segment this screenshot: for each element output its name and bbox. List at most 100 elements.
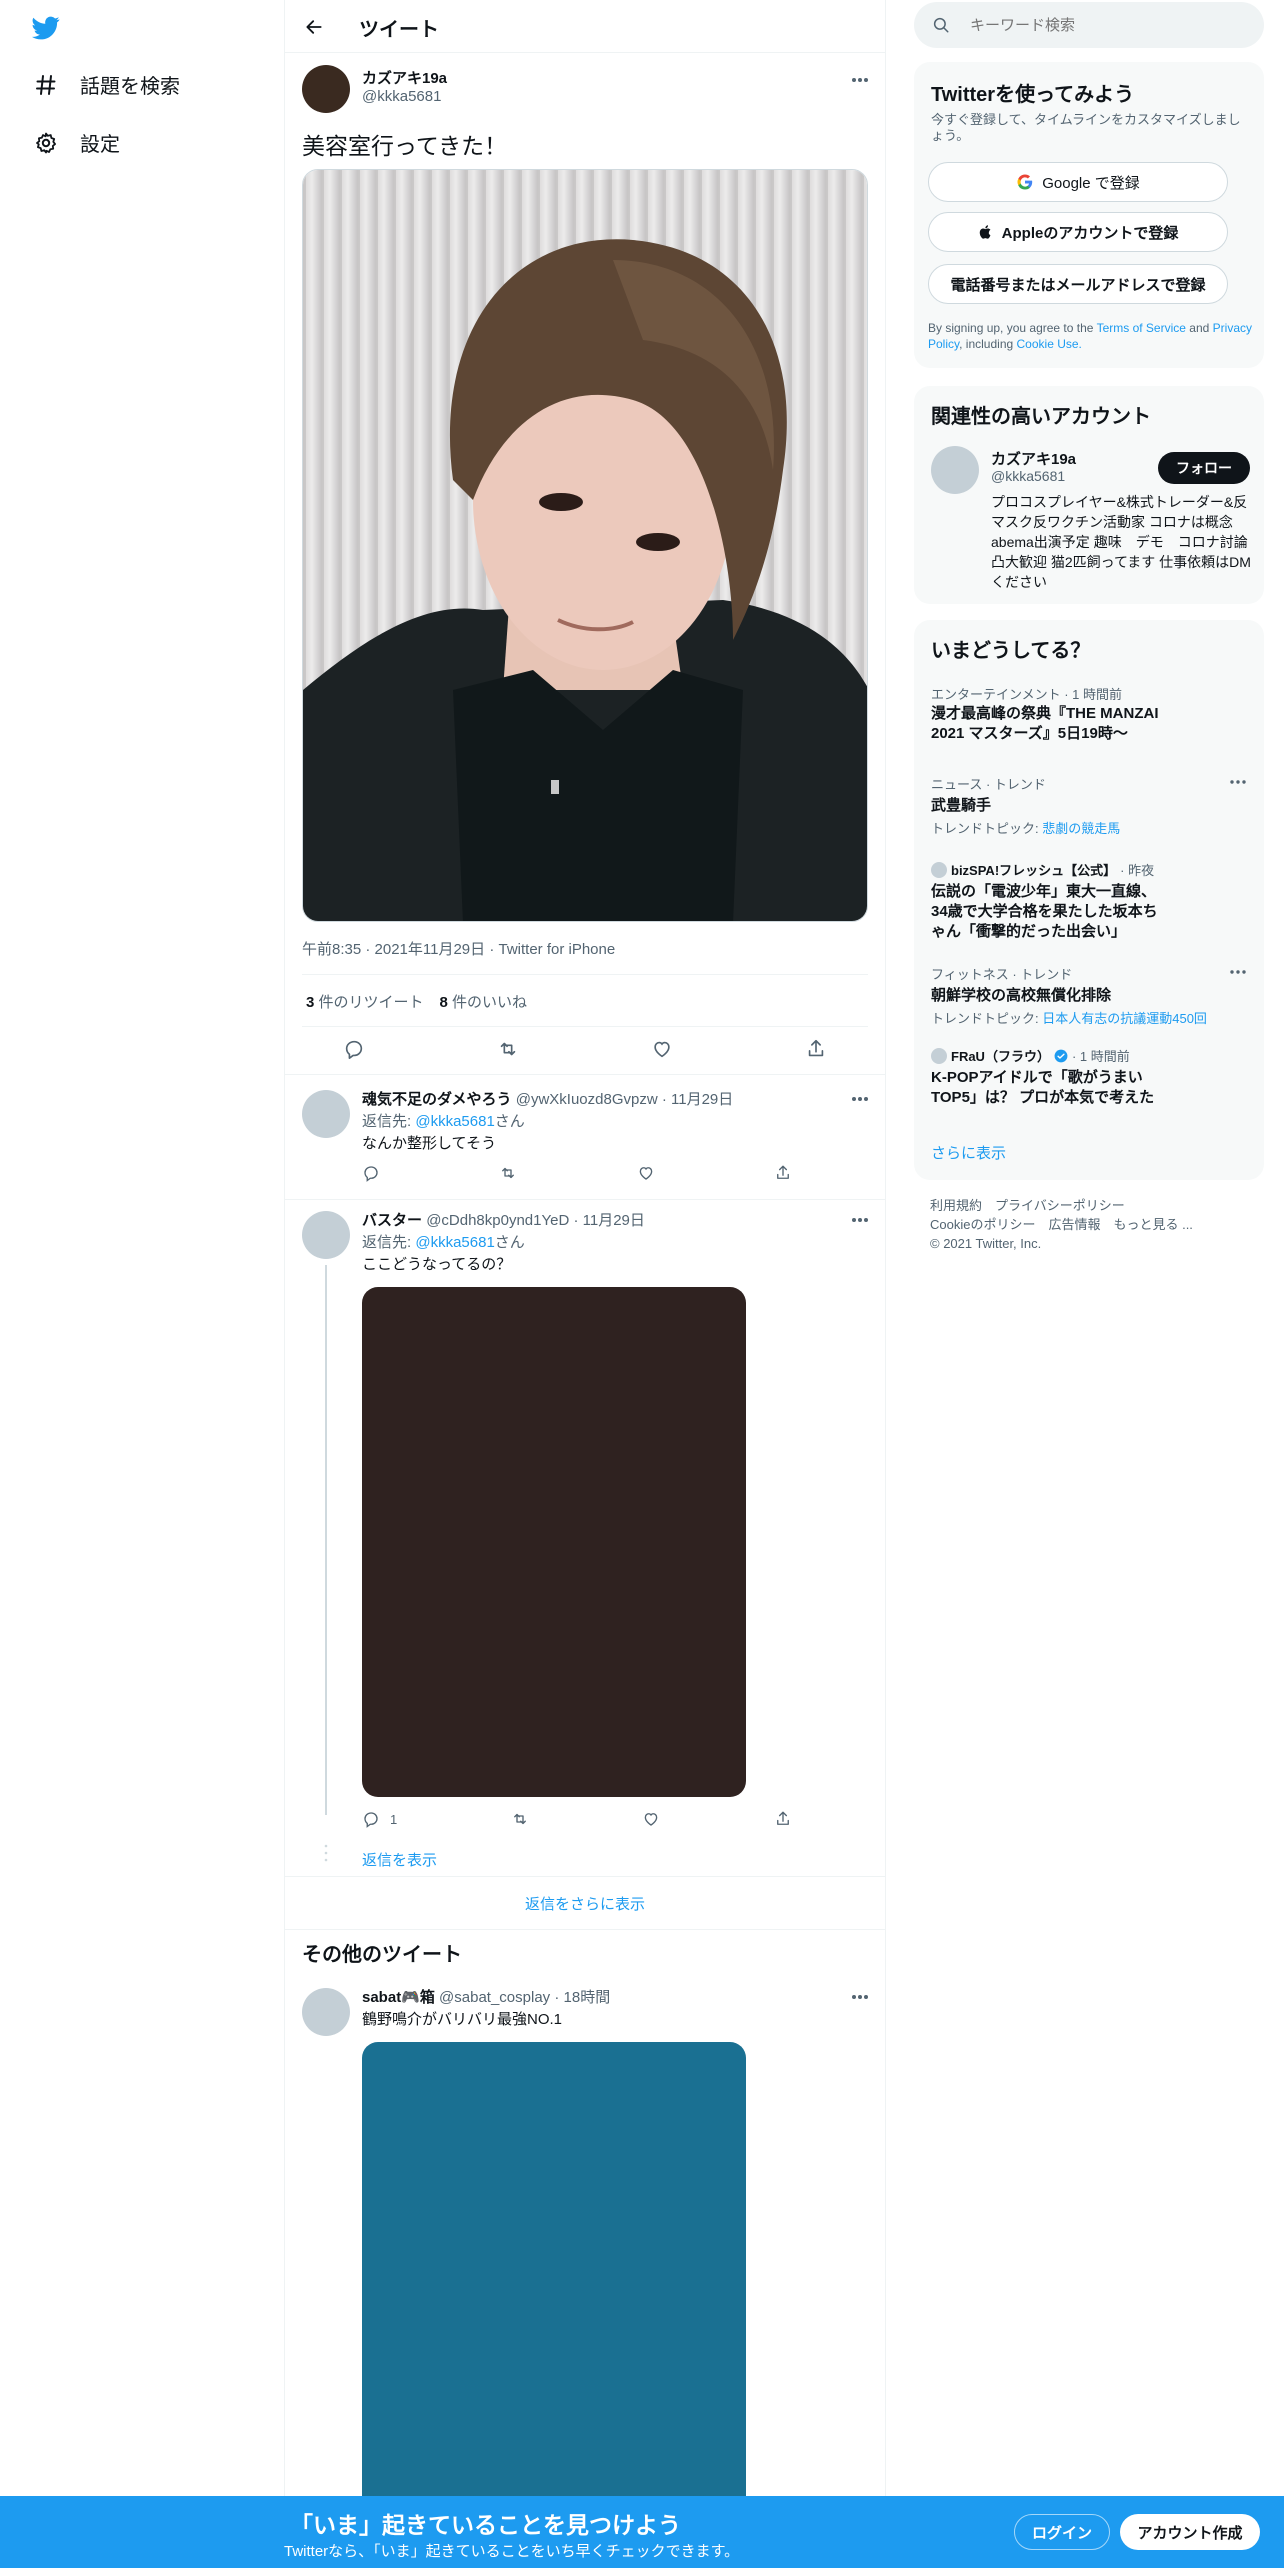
retweet-icon[interactable] [511,1810,529,1828]
footer-line[interactable]: Cookieのポリシー 広告情報 もっと見る ... [930,1215,1193,1234]
reply-to-prefix: 返信先: [362,1113,412,1130]
show-replies-link[interactable]: 返信を表示 [362,1849,437,1870]
google-icon [1016,173,1034,191]
tweet-author-handle[interactable]: @kkka5681 [362,88,441,105]
reply-text: なんか整形してそう [362,1135,497,1152]
more-options-icon[interactable] [845,65,875,95]
trend-subtopic-link[interactable]: 悲劇の競走馬 [1042,821,1120,836]
more-options-icon[interactable] [845,1084,875,1114]
trend-item[interactable]: フィットネス · トレンド 朝鮮学校の高校無償化排除 トレンドトピック: 日本人… [914,960,1264,1030]
reply-tweet[interactable]: バスター @cDdh8kp0ynd1YeD · 11月29日 返信先: @kkk… [285,1201,885,1877]
terms-including: , including [959,337,1014,351]
apple-signup-label: Appleのアカウントで登録 [1001,224,1179,242]
retweet-icon[interactable] [497,1038,519,1060]
phone-email-signup-button[interactable]: 電話番号またはメールアドレスで登録 [928,264,1228,304]
terms-link[interactable]: Terms of Service [1097,321,1186,335]
suggested-tweet[interactable]: sabat🎮箱 @sabat_cosplay · 18時間 鶴野鳴介がバリバリ最… [285,1980,885,2512]
more-options-icon[interactable] [845,1205,875,1235]
retweet-icon[interactable] [499,1164,517,1182]
publisher-avatar [931,861,947,878]
show-more-trends-link[interactable]: さらに表示 [931,1142,1006,1163]
related-account-handle[interactable]: @kkka5681 [991,468,1065,484]
retweet-label: 件のリツイート [318,994,424,1011]
cookie-link[interactable]: Cookie Use. [1017,337,1082,351]
suggested-tweet-text: 鶴野鳴介がバリバリ最強NO.1 [362,2011,563,2028]
footer-line[interactable]: 利用規約 プライバシーポリシー [930,1196,1193,1215]
apple-signup-button[interactable]: Appleのアカウントで登録 [928,212,1228,252]
avatar[interactable] [302,65,350,113]
reply-icon[interactable] [343,1038,365,1060]
reply-author-handle[interactable]: @cDdh8kp0ynd1YeD [426,1212,569,1229]
avatar[interactable] [302,1988,350,2036]
divider [302,974,868,975]
trend-subtopic-link[interactable]: 日本人有志の抗議運動450回 [1042,1011,1207,1026]
apple-icon [978,223,994,241]
suggested-tweet-time[interactable]: · 18時間 [554,1989,610,2006]
retweet-stat[interactable]: 3 件のリツイート [306,991,424,1012]
search-box[interactable] [914,2,1264,48]
reply-author-name[interactable]: バスター [362,1212,422,1229]
reply-time[interactable]: · 11月29日 [573,1212,644,1229]
create-account-button[interactable]: アカウント作成 [1120,2514,1260,2550]
thread-dots [324,1843,328,1863]
trend-title: 伝説の「電波少年」東大一直線、34歳で大学合格を果たした坂本ちゃん「衝撃的だった… [931,883,1158,940]
show-more-replies-button[interactable]: 返信をさらに表示 [285,1878,885,1930]
reply-photo[interactable] [362,1287,746,1797]
suggested-author-name[interactable]: sabat🎮箱 [362,1989,435,2006]
reply-time[interactable]: · 11月29日 [662,1091,733,1108]
like-icon[interactable] [637,1164,655,1182]
more-options-icon[interactable] [1226,772,1250,792]
reply-to-handle[interactable]: @kkka5681 [415,1234,494,1251]
more-options-icon[interactable] [1226,962,1250,982]
signup-title: Twitterを使ってみよう [931,84,1135,106]
twitter-logo-icon[interactable] [30,14,62,42]
back-arrow-icon[interactable] [299,12,329,42]
left-navigation: 話題を検索 設定 [0,0,284,2568]
divider [302,1026,868,1027]
hashtag-icon [34,73,58,97]
suggested-author-handle[interactable]: @sabat_cosplay [439,1989,550,2006]
reply-tweet[interactable]: 魂気不足のダメやろう @ywXkIuozd8Gvpzw · 11月29日 返信先… [285,1076,885,1200]
share-icon[interactable] [805,1038,827,1060]
like-label: 件のいいね [452,994,528,1011]
more-options-icon[interactable] [845,1982,875,2012]
publisher-name: bizSPA!フレッシュ【公式】 [951,863,1117,878]
trend-item[interactable]: bizSPA!フレッシュ【公式】 · 昨夜 伝説の「電波少年」東大一直線、34歳… [914,856,1264,952]
tweet-meta[interactable]: 午前8:35 · 2021年11月29日 · Twitter for iPhon… [302,938,615,959]
suggested-tweet-photo[interactable] [362,2042,746,2512]
reply-author-name[interactable]: 魂気不足のダメやろう [362,1091,512,1108]
related-account-name[interactable]: カズアキ19a [991,448,1076,469]
follow-button[interactable]: フォロー [1158,452,1250,484]
like-icon[interactable] [642,1810,660,1828]
like-stat[interactable]: 8 件のいいね [440,991,528,1012]
suggested-tweet-header: sabat🎮箱 @sabat_cosplay · 18時間 [362,1986,610,2007]
avatar[interactable] [302,1090,350,1138]
tweet-author-name[interactable]: カズアキ19a [362,67,447,88]
reply-author-handle[interactable]: @ywXkIuozd8Gvpzw [516,1091,658,1108]
trend-item[interactable]: FRaU（フラウ） · 1 時間前 K-POPアイドルで「歌がうまいTOP5」は… [914,1042,1264,1118]
tweet-photo[interactable] [302,169,868,922]
share-icon[interactable] [774,1164,792,1182]
reply-icon[interactable] [362,1164,380,1182]
share-icon[interactable] [774,1810,792,1828]
trend-item[interactable]: エンターテインメント · 1 時間前 漫才最高峰の祭典『THE MANZAI 2… [914,680,1264,756]
like-icon[interactable] [651,1038,673,1060]
nav-explore-label: 話題を検索 [80,76,180,98]
nav-settings[interactable]: 設定 [34,128,120,157]
trend-time: · 1 時間前 [1071,1049,1130,1064]
search-input[interactable] [970,14,1240,36]
bottom-bar-title: 「いま」起きていることを見つけよう [290,2512,681,2538]
nav-explore[interactable]: 話題を検索 [34,70,180,99]
avatar[interactable] [302,1211,350,1259]
reply-action[interactable]: 1 [362,1810,397,1828]
reply-to: 返信先: @kkka5681さん [362,1231,525,1252]
verified-badge-icon [1054,1049,1068,1063]
trend-item[interactable]: ニュース · トレンド 武豊騎手 トレンドトピック: 悲劇の競走馬 [914,770,1264,840]
trend-context: エンターテインメント · 1 時間前 [931,687,1123,702]
related-title: 関連性の高いアカウント [931,406,1151,428]
google-signup-button[interactable]: Google で登録 [928,162,1228,202]
login-button[interactable]: ログイン [1014,2514,1110,2550]
reply-to-handle[interactable]: @kkka5681 [415,1113,494,1130]
terms-and: and [1189,321,1210,335]
avatar[interactable] [931,446,979,494]
